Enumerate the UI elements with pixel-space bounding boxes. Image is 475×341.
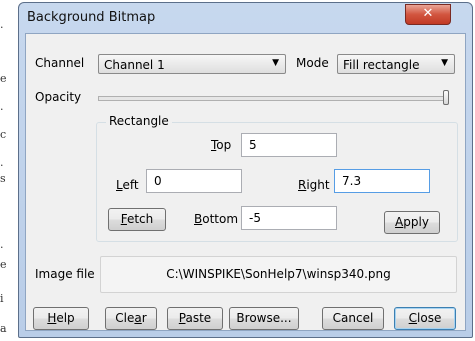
bottom-field[interactable]: -5 (241, 206, 337, 230)
top-field[interactable]: 5 (241, 133, 337, 157)
opacity-label: Opacity (35, 90, 82, 104)
bottom-label: Bottom (194, 212, 239, 226)
right-label: Right (298, 178, 330, 192)
apply-button[interactable]: Apply (384, 211, 440, 234)
browse-button[interactable]: Browse... (229, 307, 299, 330)
window-title: Background Bitmap (27, 10, 156, 25)
margin-glyph: a (0, 322, 7, 335)
close-button[interactable]: Close (394, 307, 456, 330)
opacity-slider-thumb[interactable] (443, 90, 449, 105)
margin-glyph: c (0, 128, 7, 141)
channel-label: Channel (35, 56, 85, 70)
right-field[interactable]: 7.3 (334, 169, 430, 193)
image-file-path: C:\WINSPIKE\SonHelp7\winsp340.png (100, 256, 457, 293)
margin-glyph: e (0, 258, 7, 271)
rectangle-group-label: Rectangle (106, 114, 172, 128)
mode-select[interactable]: Fill rectangle ▼ (337, 54, 455, 74)
opacity-slider[interactable] (98, 96, 448, 101)
margin-glyph: e (0, 72, 7, 85)
margin-glyph: . (0, 156, 4, 169)
left-label: Left (116, 178, 139, 192)
margin-glyph: . (0, 18, 4, 31)
mode-value: Fill rectangle (343, 58, 420, 72)
top-label: Top (211, 138, 232, 152)
channel-select[interactable]: Channel 1 ▼ (98, 54, 286, 74)
margin-glyph: . (0, 238, 4, 251)
margin-glyph: s (0, 172, 6, 185)
dialog-body: Channel Channel 1 ▼ Mode Fill rectangle … (25, 33, 466, 331)
background-margin: . e . c . s . e i a (0, 0, 18, 341)
background-bitmap-dialog: Background Bitmap ✕ Channel Channel 1 ▼ … (18, 2, 473, 338)
margin-glyph: i (0, 292, 4, 305)
help-button[interactable]: Help (33, 307, 89, 330)
cancel-button[interactable]: Cancel (322, 307, 384, 330)
mode-label: Mode (296, 56, 329, 70)
fetch-button[interactable]: Fetch (108, 208, 166, 231)
close-icon: ✕ (422, 6, 434, 21)
clear-button[interactable]: Clear (105, 307, 157, 330)
chevron-down-icon: ▼ (272, 58, 279, 68)
title-bar[interactable]: Background Bitmap ✕ (19, 3, 472, 33)
image-file-label: Image file (35, 267, 95, 281)
window-close-button[interactable]: ✕ (405, 4, 451, 25)
left-field[interactable]: 0 (146, 169, 242, 193)
chevron-down-icon: ▼ (441, 58, 448, 68)
channel-value: Channel 1 (104, 58, 165, 72)
paste-button[interactable]: Paste (167, 307, 223, 330)
margin-glyph: . (0, 100, 4, 113)
